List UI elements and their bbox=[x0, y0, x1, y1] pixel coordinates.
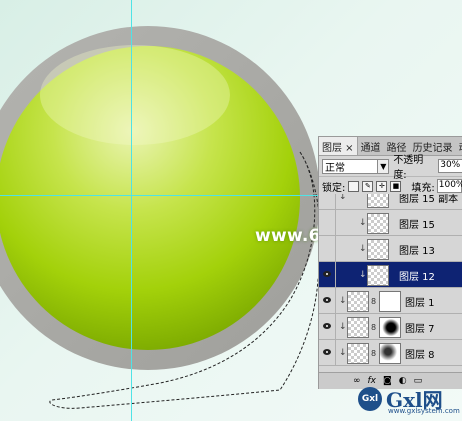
layer-thumbnail bbox=[367, 194, 389, 208]
layer-name: 图层 13 bbox=[399, 246, 435, 257]
visibility-toggle[interactable] bbox=[319, 288, 336, 313]
panel-tabs: 图层 × 通道 路径 历史记录 动 bbox=[319, 137, 462, 156]
fill-input[interactable]: 100% bbox=[436, 179, 462, 193]
clip-arrow-icon: ↓ bbox=[359, 270, 367, 280]
clip-arrow-icon: ↓ bbox=[339, 322, 347, 332]
site-logo: Gxl Gxl网 www.gxlsystem.com bbox=[358, 384, 462, 421]
layer-name: 图层 8 bbox=[405, 350, 435, 361]
visibility-toggle[interactable] bbox=[319, 340, 336, 365]
layers-panel: 图层 × 通道 路径 历史记录 动 正常 ▼ 不透明度: 30% 锁定: ✎ ✛… bbox=[318, 136, 462, 389]
eye-icon bbox=[323, 349, 331, 355]
clip-arrow-icon: ↓ bbox=[339, 348, 347, 358]
visibility-toggle[interactable] bbox=[319, 236, 336, 261]
layer-thumbnail bbox=[347, 317, 369, 338]
chain-link-icon[interactable]: 8 bbox=[371, 323, 376, 332]
vertical-guide[interactable] bbox=[131, 0, 132, 421]
ball-highlight bbox=[40, 45, 230, 145]
layer-row[interactable]: ↓ 8 图层 1 bbox=[319, 288, 462, 314]
tab-actions[interactable]: 动 bbox=[456, 137, 462, 155]
logo-site: www.gxlsystem.com bbox=[388, 407, 460, 415]
visibility-toggle[interactable] bbox=[319, 194, 336, 209]
layer-row[interactable]: ↓ 8 图层 7 bbox=[319, 314, 462, 340]
blend-mode-select[interactable]: 正常 ▼ bbox=[322, 158, 390, 174]
layer-name: 图层 15 副本 bbox=[399, 194, 459, 205]
clip-arrow-icon: ↓ bbox=[339, 194, 347, 202]
layer-name: 图层 12 bbox=[399, 272, 435, 283]
layer-row[interactable]: ↓ 图层 15 bbox=[319, 210, 462, 236]
chain-link-icon[interactable]: 8 bbox=[371, 349, 376, 358]
layer-row[interactable]: ↓ 图层 15 副本 bbox=[319, 194, 462, 210]
clip-arrow-icon: ↓ bbox=[359, 218, 367, 228]
blend-row: 正常 ▼ 不透明度: 30% bbox=[319, 155, 462, 181]
opacity-label: 不透明度: bbox=[393, 155, 424, 181]
lock-all-icon[interactable]: ■ bbox=[390, 180, 402, 192]
visibility-toggle[interactable] bbox=[319, 314, 336, 339]
eye-icon bbox=[323, 271, 331, 277]
layer-name: 图层 7 bbox=[405, 324, 435, 335]
lock-transparency-icon[interactable] bbox=[348, 180, 360, 192]
layer-thumbnail bbox=[367, 213, 389, 234]
layer-mask-thumbnail[interactable] bbox=[379, 343, 401, 364]
fill-label: 填充: bbox=[411, 182, 435, 194]
eye-icon bbox=[323, 323, 331, 329]
layer-thumbnail bbox=[367, 239, 389, 260]
logo-mark: Gxl bbox=[358, 387, 382, 411]
chain-link-icon[interactable]: 8 bbox=[371, 297, 376, 306]
visibility-toggle[interactable] bbox=[319, 262, 336, 287]
clip-arrow-icon: ↓ bbox=[339, 296, 347, 306]
blend-mode-value: 正常 bbox=[325, 162, 345, 174]
lock-move-icon[interactable]: ✛ bbox=[376, 180, 388, 192]
layer-row[interactable]: ↓ 图层 13 bbox=[319, 236, 462, 262]
layer-name: 图层 1 bbox=[405, 298, 435, 309]
lock-brush-icon[interactable]: ✎ bbox=[362, 180, 374, 192]
layer-list: ↓ 图层 15 副本 ↓ 图层 15 ↓ 图层 13 ↓ 图层 12 ↓ 8 图… bbox=[319, 194, 462, 372]
layer-row[interactable]: ↓ 8 图层 8 bbox=[319, 340, 462, 366]
clip-arrow-icon: ↓ bbox=[359, 244, 367, 254]
visibility-toggle[interactable] bbox=[319, 210, 336, 235]
layer-thumbnail bbox=[347, 291, 369, 312]
chevron-down-icon[interactable]: ▼ bbox=[377, 159, 389, 173]
layer-mask-thumbnail[interactable] bbox=[379, 291, 401, 312]
layer-name: 图层 15 bbox=[399, 220, 435, 231]
tab-layers[interactable]: 图层 × bbox=[319, 137, 358, 155]
layer-thumbnail bbox=[367, 265, 389, 286]
layer-thumbnail bbox=[347, 343, 369, 364]
tab-channels[interactable]: 通道 bbox=[358, 137, 384, 155]
layer-row-selected[interactable]: ↓ 图层 12 bbox=[319, 262, 462, 288]
layer-mask-thumbnail[interactable] bbox=[379, 317, 401, 338]
lock-label: 锁定: bbox=[322, 182, 346, 194]
opacity-input[interactable]: 30% bbox=[438, 159, 462, 173]
eye-icon bbox=[323, 297, 331, 303]
